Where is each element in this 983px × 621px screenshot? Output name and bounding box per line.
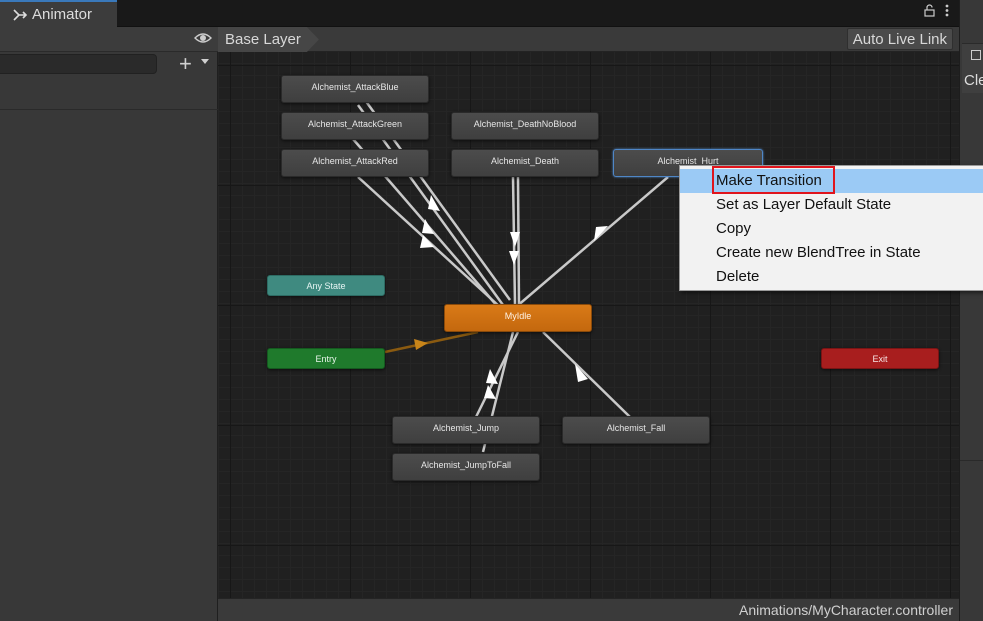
panel-divider bbox=[0, 83, 218, 110]
exit-node[interactable]: Exit bbox=[821, 348, 939, 369]
auto-live-link-button[interactable]: Auto Live Link bbox=[846, 28, 953, 50]
graph-toolbar: Base Layer Auto Live Link bbox=[218, 27, 959, 52]
tab-bar: Animator bbox=[0, 0, 959, 27]
inspector-label: Cle bbox=[964, 72, 983, 89]
arrow-head bbox=[414, 339, 428, 350]
kebab-menu-icon[interactable] bbox=[945, 4, 949, 17]
state-node[interactable]: Alchemist_DeathNoBlood bbox=[451, 112, 599, 140]
breadcrumb-base-layer[interactable]: Base Layer bbox=[218, 27, 319, 52]
context-menu: Make Transition Set as Layer Default Sta… bbox=[679, 165, 983, 291]
state-node[interactable]: Alchemist_Jump bbox=[392, 416, 540, 444]
state-node[interactable]: Alchemist_Death bbox=[451, 149, 599, 177]
menu-item-make-transition[interactable]: Make Transition bbox=[680, 169, 983, 193]
menu-item-delete[interactable]: Delete bbox=[680, 265, 983, 289]
divider bbox=[960, 460, 983, 461]
arrow-head bbox=[594, 226, 608, 241]
transition-entry[interactable] bbox=[384, 330, 479, 354]
state-node[interactable]: Alchemist_Fall bbox=[562, 416, 710, 444]
any-state-node[interactable]: Any State bbox=[267, 275, 385, 296]
parameters-panel: + bbox=[0, 27, 218, 621]
state-node[interactable]: Alchemist_AttackGreen bbox=[281, 112, 429, 140]
inspector-edge: Cle bbox=[959, 0, 983, 621]
state-node[interactable]: Alchemist_JumpToFall bbox=[392, 453, 540, 481]
lock-icon[interactable] bbox=[924, 4, 935, 17]
default-state-node[interactable]: MyIdle bbox=[444, 304, 592, 332]
tab-title: Animator bbox=[32, 6, 93, 23]
tab-animator[interactable]: Animator bbox=[0, 0, 117, 27]
transition-hurt[interactable] bbox=[515, 176, 669, 308]
add-parameter-button[interactable]: + bbox=[179, 52, 192, 76]
controller-path: Animations/MyCharacter.controller bbox=[218, 598, 959, 621]
state-node[interactable]: Alchemist_AttackRed bbox=[281, 149, 429, 177]
state-node[interactable]: Alchemist_AttackBlue bbox=[281, 75, 429, 103]
menu-item-copy[interactable]: Copy bbox=[680, 217, 983, 241]
animator-icon bbox=[13, 8, 28, 21]
menu-item-create-blendtree[interactable]: Create new BlendTree in State bbox=[680, 241, 983, 265]
transition-fall[interactable] bbox=[542, 331, 631, 418]
entry-node[interactable]: Entry bbox=[267, 348, 385, 369]
transition-jump[interactable] bbox=[474, 331, 520, 418]
search-input[interactable] bbox=[0, 54, 157, 74]
menu-item-set-default[interactable]: Set as Layer Default State bbox=[680, 193, 983, 217]
eye-icon[interactable] bbox=[194, 31, 212, 45]
transition-death-back[interactable] bbox=[516, 176, 521, 306]
document-icon bbox=[971, 50, 981, 60]
animator-graph[interactable]: Base Layer Auto Live Link Alchemist_Atta… bbox=[218, 27, 959, 621]
chevron-down-icon[interactable] bbox=[201, 59, 209, 64]
panel-header bbox=[0, 27, 218, 52]
